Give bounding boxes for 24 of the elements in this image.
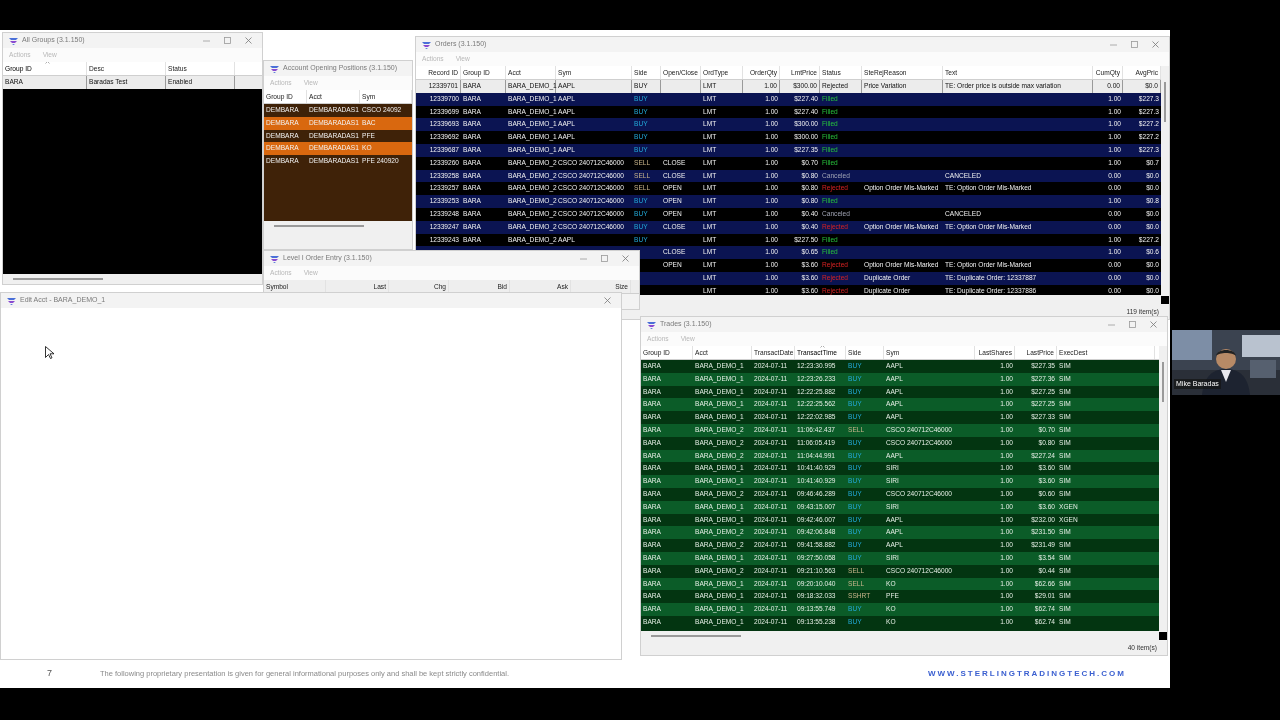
close-icon[interactable] <box>604 297 611 304</box>
app-logo-icon <box>270 254 279 263</box>
maximize-icon[interactable] <box>224 37 231 44</box>
close-icon[interactable] <box>1150 321 1157 328</box>
close-icon[interactable] <box>1152 41 1159 48</box>
maximize-icon[interactable] <box>601 255 608 262</box>
app-logo-icon <box>422 40 431 49</box>
page-number: 7 <box>46 667 53 681</box>
close-icon[interactable] <box>245 37 252 44</box>
scrollbar-corner <box>1159 632 1167 640</box>
scrollbar-corner <box>1161 296 1169 304</box>
app-logo-icon <box>9 36 18 45</box>
minimize-icon[interactable] <box>1110 41 1117 48</box>
app-logo-icon <box>647 320 656 329</box>
app-logo-icon <box>7 296 16 305</box>
cursor-icon <box>45 346 54 359</box>
maximize-icon[interactable] <box>1131 41 1138 48</box>
app-logo-icon <box>270 64 279 73</box>
maximize-icon[interactable] <box>1129 321 1136 328</box>
minimize-icon[interactable] <box>203 37 210 44</box>
website-text: WWW.STERLINGTRADINGTECH.COM <box>928 668 1126 680</box>
minimize-icon[interactable] <box>580 255 587 262</box>
close-icon[interactable] <box>622 255 629 262</box>
minimize-icon[interactable] <box>1108 321 1115 328</box>
